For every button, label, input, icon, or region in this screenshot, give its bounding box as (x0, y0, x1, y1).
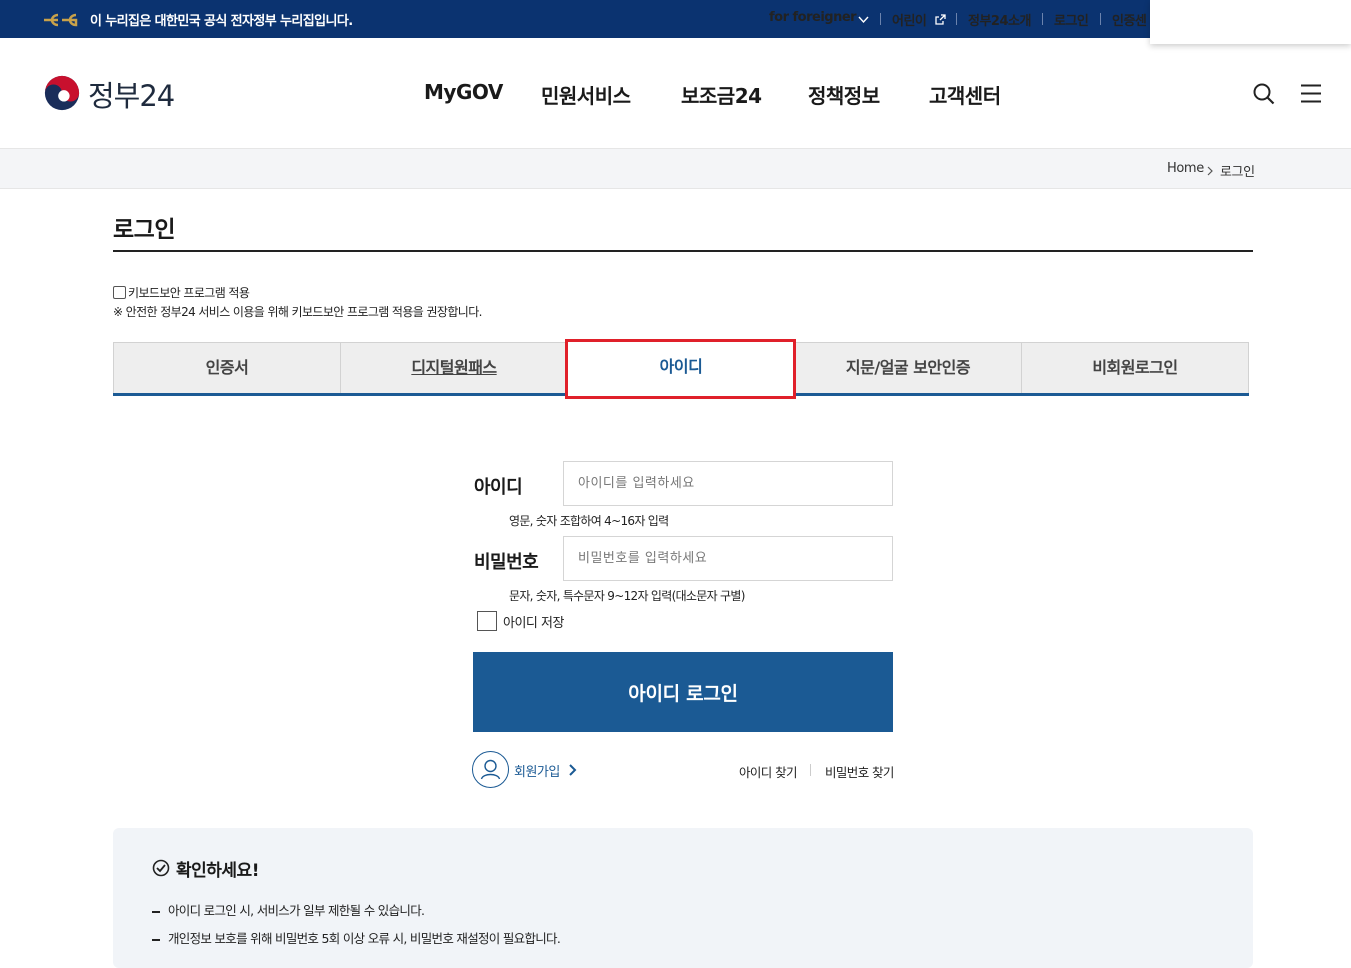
join-user-icon-wrap[interactable] (472, 751, 509, 788)
overlay-popup (1150, 0, 1351, 44)
nav-civil-service[interactable]: 민원서비스 (541, 80, 631, 109)
save-id-label[interactable]: 아이디 저장 (503, 612, 564, 631)
chevron-down-icon[interactable] (858, 16, 869, 24)
keyboard-security-label[interactable]: 키보드보안 프로그램 적용 (128, 284, 250, 301)
id-login-button[interactable]: 아이디 로그인 (473, 652, 893, 732)
hamburger-menu-icon[interactable] (1300, 84, 1322, 103)
id-input[interactable] (563, 461, 893, 506)
external-link-icon (935, 14, 946, 25)
notice-item-text: 개인정보 보호를 위해 비밀번호 5회 이상 오류 시, 비밀번호 재설정이 필… (168, 931, 561, 946)
find-id-link[interactable]: 아이디 찾기 (739, 762, 797, 781)
chevron-right-icon[interactable] (568, 763, 577, 777)
notice-item: 개인정보 보호를 위해 비밀번호 5회 이상 오류 시, 비밀번호 재설정이 필… (152, 928, 561, 947)
tab-certificate[interactable]: 인증서 (113, 342, 341, 393)
about-gov24-link[interactable]: 정부24소개 (956, 10, 1031, 29)
page-title: 로그인 (113, 217, 175, 243)
user-icon (480, 759, 501, 780)
save-id-checkbox[interactable] (477, 611, 497, 631)
notice-title: 확인하세요! (176, 861, 259, 881)
find-password-link[interactable]: 비밀번호 찾기 (825, 762, 894, 781)
link-divider (810, 764, 811, 776)
search-icon[interactable] (1252, 82, 1276, 106)
nav-policy-info[interactable]: 정책정보 (808, 80, 880, 109)
nav-customer-center[interactable]: 고객센터 (929, 80, 1001, 109)
chevron-right-icon (1207, 166, 1213, 176)
kids-link[interactable]: 어린이 (879, 10, 927, 29)
tab-digital-onepass[interactable]: 디지털원패스 (340, 342, 568, 393)
password-hint: 문자, 숫자, 특수문자 9~12자 입력(대소문자 구별) (509, 589, 745, 603)
notice-item-text: 아이디 로그인 시, 서비스가 일부 제한될 수 있습니다. (168, 903, 425, 918)
password-label: 비밀번호 (474, 552, 539, 573)
breadcrumb-home[interactable]: Home (1167, 161, 1204, 176)
keyboard-security-checkbox[interactable] (113, 286, 126, 299)
nav-mygov[interactable]: MyGOV (424, 80, 503, 104)
gov-banner: 이 누리집은 대한민국 공식 전자정부 누리집입니다. (0, 0, 1351, 38)
official-site-notice: 이 누리집은 대한민국 공식 전자정부 누리집입니다. (90, 14, 353, 29)
title-divider (113, 250, 1253, 252)
tab-label: 인증서 (205, 358, 249, 377)
tab-biometric[interactable]: 지문/얼굴 보안인증 (794, 342, 1022, 393)
breadcrumb-current: 로그인 (1220, 165, 1255, 180)
tab-label: 비회원로그인 (1092, 358, 1178, 377)
notice-box (113, 828, 1253, 968)
keyboard-security-note: ※ 안전한 정부24 서비스 이용을 위해 키보드보안 프로그램 적용을 권장합… (113, 305, 482, 319)
cert-center-link[interactable]: 인증센 (1099, 10, 1147, 29)
for-foreigner-link[interactable]: for foreigner (769, 10, 857, 25)
tab-non-member[interactable]: 비회원로그인 (1021, 342, 1249, 393)
active-tab-highlight (565, 339, 796, 399)
check-circle-icon (152, 859, 170, 877)
breadcrumb-bar (0, 148, 1351, 189)
notice-item: 아이디 로그인 시, 서비스가 일부 제한될 수 있습니다. (152, 900, 425, 919)
id-label: 아이디 (474, 477, 523, 498)
tab-label: 지문/얼굴 보안인증 (845, 358, 971, 377)
tab-label: 디지털원패스 (411, 358, 497, 377)
taegeuk-logo-icon[interactable] (42, 74, 82, 112)
join-link[interactable]: 회원가입 (514, 761, 560, 780)
egov-mark-icon (44, 13, 78, 27)
logo-text[interactable]: 정부24 (88, 73, 175, 115)
password-input[interactable] (563, 536, 893, 581)
id-hint: 영문, 숫자 조합하여 4~16자 입력 (509, 514, 669, 528)
nav-subsidy24[interactable]: 보조금24 (681, 80, 762, 109)
login-link[interactable]: 로그인 (1041, 10, 1089, 29)
